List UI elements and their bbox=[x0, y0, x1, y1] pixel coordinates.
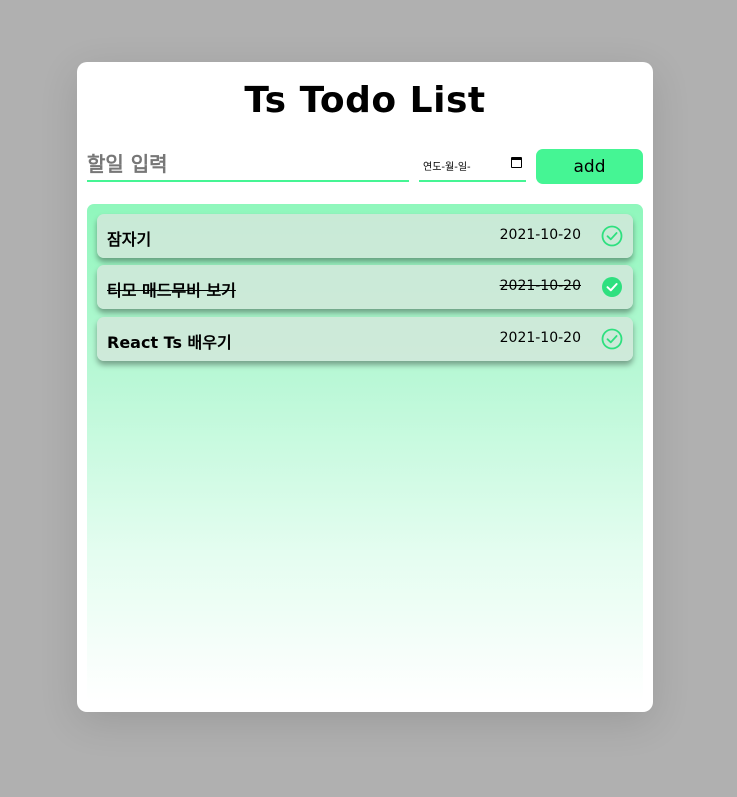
todo-input[interactable] bbox=[87, 148, 409, 182]
todo-item: 티모 매드무비 보기 2021-10-20 bbox=[97, 265, 633, 309]
add-button[interactable]: add bbox=[536, 149, 643, 184]
todo-card: Ts Todo List 연도-월-일- add 잠자기 2021-10-20 … bbox=[77, 62, 653, 712]
check-circle-icon[interactable] bbox=[601, 328, 623, 350]
todo-item: React Ts 배우기 2021-10-20 bbox=[97, 317, 633, 361]
todo-date: 2021-10-20 bbox=[499, 330, 581, 346]
todo-item: 잠자기 2021-10-20 bbox=[97, 214, 633, 258]
date-input[interactable]: 연도-월-일- bbox=[419, 148, 526, 182]
todo-text: 티모 매드무비 보기 bbox=[107, 281, 236, 300]
page-title: Ts Todo List bbox=[244, 80, 486, 121]
date-placeholder: 연도-월-일- bbox=[423, 162, 471, 173]
todo-date: 2021-10-20 bbox=[499, 227, 581, 243]
check-circle-filled-icon[interactable] bbox=[601, 276, 623, 298]
todo-text: React Ts 배우기 bbox=[107, 333, 232, 352]
todo-list: 잠자기 2021-10-20 티모 매드무비 보기 2021-10-20 Rea… bbox=[87, 204, 643, 702]
todo-date: 2021-10-20 bbox=[499, 278, 581, 294]
calendar-icon[interactable] bbox=[511, 157, 522, 168]
todo-text: 잠자기 bbox=[107, 230, 152, 249]
check-circle-icon[interactable] bbox=[601, 225, 623, 247]
